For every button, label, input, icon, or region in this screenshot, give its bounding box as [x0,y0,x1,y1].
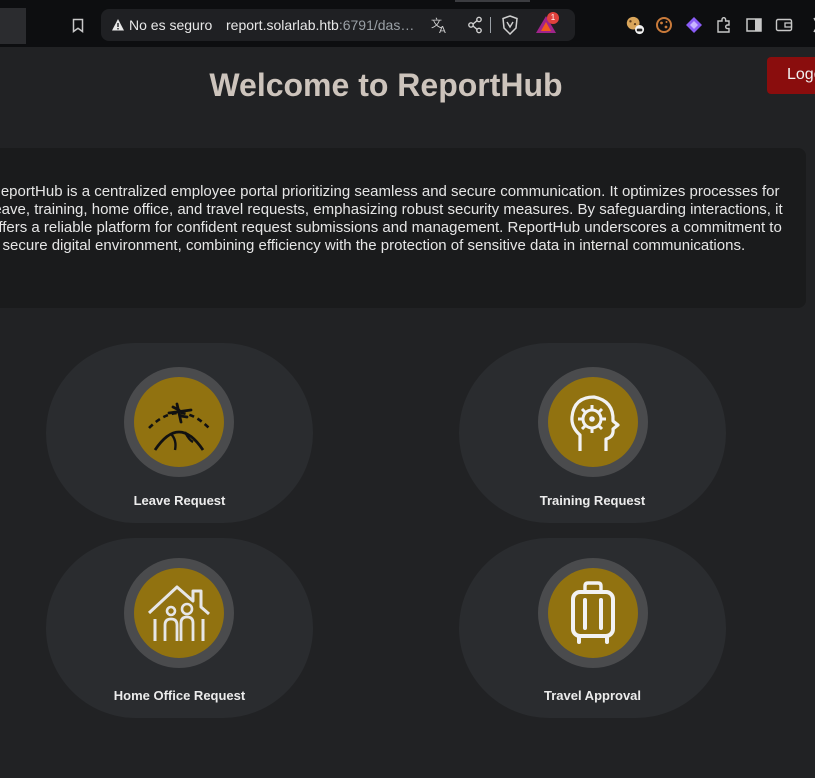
sidebar-icon[interactable] [744,15,764,35]
intro-text: ReportHub is a centralized employee port… [0,183,783,254]
tab-indicator [455,0,530,2]
home-family-icon [134,568,224,658]
browser-toolbar: No es seguro report.solarlab.htb:6791/da… [0,0,815,47]
leave-request-card[interactable]: Leave Request [46,343,313,523]
bookmark-icon[interactable] [68,14,88,36]
svg-text:A: A [439,25,446,34]
training-request-icon-ring [538,367,648,477]
security-label[interactable]: No es seguro [129,17,212,33]
rewards-badge: 1 [547,12,559,24]
logout-button[interactable]: Logout [767,57,815,94]
training-request-card[interactable]: Training Request [459,343,726,523]
luggage-icon [548,568,638,658]
travel-approval-card[interactable]: Travel Approval [459,538,726,718]
travel-approval-icon-ring [538,558,648,668]
tab-edge[interactable] [0,8,26,44]
share-icon[interactable] [467,16,483,34]
url-text[interactable]: report.solarlab.htb:6791/das… [226,17,421,33]
head-gear-icon [548,377,638,467]
cookie-editor-icon[interactable] [654,15,674,35]
page: Welcome to ReportHub Logout ReportHub is… [0,47,815,778]
urlbar-divider [490,17,491,33]
extensions-puzzle-icon[interactable] [714,15,734,35]
plane-over-globe-icon [134,377,224,467]
wallet-icon[interactable] [774,15,794,35]
url-host: report.solarlab.htb [226,17,339,33]
page-title: Welcome to ReportHub [209,67,563,103]
home-office-request-card[interactable]: Home Office Request [46,538,313,718]
leave-request-label: Leave Request [133,493,226,508]
translate-icon[interactable]: 文A [431,16,449,36]
url-path: :6791/das… [338,17,415,33]
travel-approval-label: Travel Approval [543,688,642,703]
cookie-extension-icon[interactable] [625,15,645,35]
leave-request-icon-ring [124,367,234,477]
brave-shields-icon[interactable] [501,15,519,36]
training-request-label: Training Request [539,493,646,508]
wappalyzer-icon[interactable] [684,15,704,35]
address-bar[interactable]: No es seguro report.solarlab.htb:6791/da… [101,9,575,41]
home-office-request-icon-ring [124,558,234,668]
warning-icon[interactable] [111,18,125,32]
leo-ai-icon[interactable] [802,15,815,35]
home-office-request-label: Home Office Request [113,688,246,703]
